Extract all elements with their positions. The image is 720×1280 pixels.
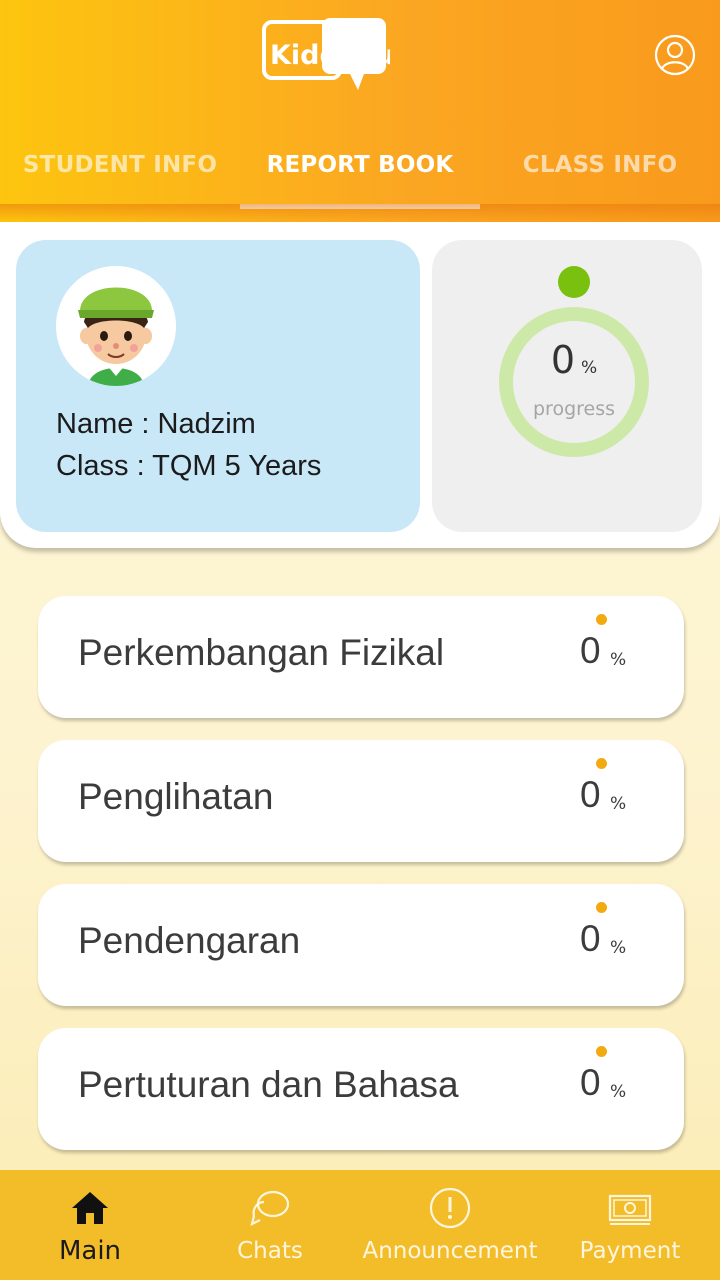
progress-ring bbox=[499, 307, 649, 457]
category-card-perkembangan-fizikal[interactable]: Perkembangan Fizikal 0 % bbox=[38, 596, 684, 718]
top-tabs: STUDENT INFO REPORT BOOK CLASS INFO bbox=[0, 140, 720, 210]
nav-main[interactable]: Main bbox=[0, 1170, 180, 1280]
nav-label-announcement: Announcement bbox=[362, 1238, 538, 1264]
student-name: Name : Nadzim bbox=[56, 408, 256, 440]
user-circle-icon[interactable] bbox=[654, 34, 696, 76]
tab-report-book[interactable]: REPORT BOOK bbox=[240, 140, 480, 190]
student-class: Class : TQM 5 Years bbox=[56, 450, 322, 482]
boy-avatar-icon bbox=[56, 266, 176, 386]
category-card-pendengaran[interactable]: Pendengaran 0 % bbox=[38, 884, 684, 1006]
category-card-pertuturan-dan-bahasa[interactable]: Pertuturan dan Bahasa 0 % bbox=[38, 1028, 684, 1150]
category-name: Perkembangan Fizikal bbox=[78, 632, 445, 673]
category-unit: % bbox=[610, 1082, 627, 1102]
category-value: 0 bbox=[580, 774, 601, 815]
logo-text-kiddy: Kiddy2u bbox=[270, 40, 390, 71]
progress-value: 0% bbox=[550, 338, 598, 382]
nav-chats[interactable]: Chats bbox=[180, 1170, 360, 1280]
category-value: 0 bbox=[580, 918, 601, 959]
student-summary-card: Name : Nadzim Class : TQM 5 Years 0% pro… bbox=[0, 222, 720, 548]
nav-label-payment: Payment bbox=[579, 1238, 681, 1264]
category-status-dot bbox=[596, 758, 607, 769]
category-value: 0 bbox=[580, 630, 601, 671]
category-status-dot bbox=[596, 902, 607, 913]
progress-unit: % bbox=[581, 358, 598, 378]
category-value: 0 bbox=[580, 1062, 601, 1103]
nav-label-main: Main bbox=[58, 1236, 122, 1266]
bottom-navigation: Main Chats Announcement Payment bbox=[0, 1170, 720, 1280]
app-header: Kiddy2u STUDENT INFO REPORT BOOK CLASS I… bbox=[0, 0, 720, 222]
home-icon bbox=[72, 1192, 108, 1224]
student-info-panel: Name : Nadzim Class : TQM 5 Years bbox=[16, 240, 420, 532]
exclamation-circle-icon bbox=[429, 1187, 471, 1229]
category-name: Pertuturan dan Bahasa bbox=[78, 1064, 459, 1105]
category-unit: % bbox=[610, 650, 627, 670]
banknote-icon bbox=[608, 1194, 652, 1225]
category-card-penglihatan[interactable]: Penglihatan 0 % bbox=[38, 740, 684, 862]
nav-payment[interactable]: Payment bbox=[540, 1170, 720, 1280]
category-status-dot bbox=[596, 614, 607, 625]
category-unit: % bbox=[610, 938, 627, 958]
category-name: Pendengaran bbox=[78, 920, 301, 961]
kiddy2u-logo: Kiddy2u bbox=[262, 18, 390, 90]
chat-bubbles-icon bbox=[250, 1190, 290, 1227]
category-name: Penglihatan bbox=[78, 776, 274, 817]
progress-status-dot bbox=[558, 266, 590, 298]
category-unit: % bbox=[610, 794, 627, 814]
overall-progress-panel: 0% progress bbox=[432, 240, 702, 532]
header-shadow bbox=[0, 204, 720, 222]
category-status-dot bbox=[596, 1046, 607, 1057]
nav-announcement[interactable]: Announcement bbox=[360, 1170, 540, 1280]
progress-label: progress bbox=[532, 398, 616, 420]
nav-label-chats: Chats bbox=[237, 1238, 303, 1264]
tab-class-info[interactable]: CLASS INFO bbox=[480, 140, 720, 190]
tab-student-info[interactable]: STUDENT INFO bbox=[0, 140, 240, 190]
